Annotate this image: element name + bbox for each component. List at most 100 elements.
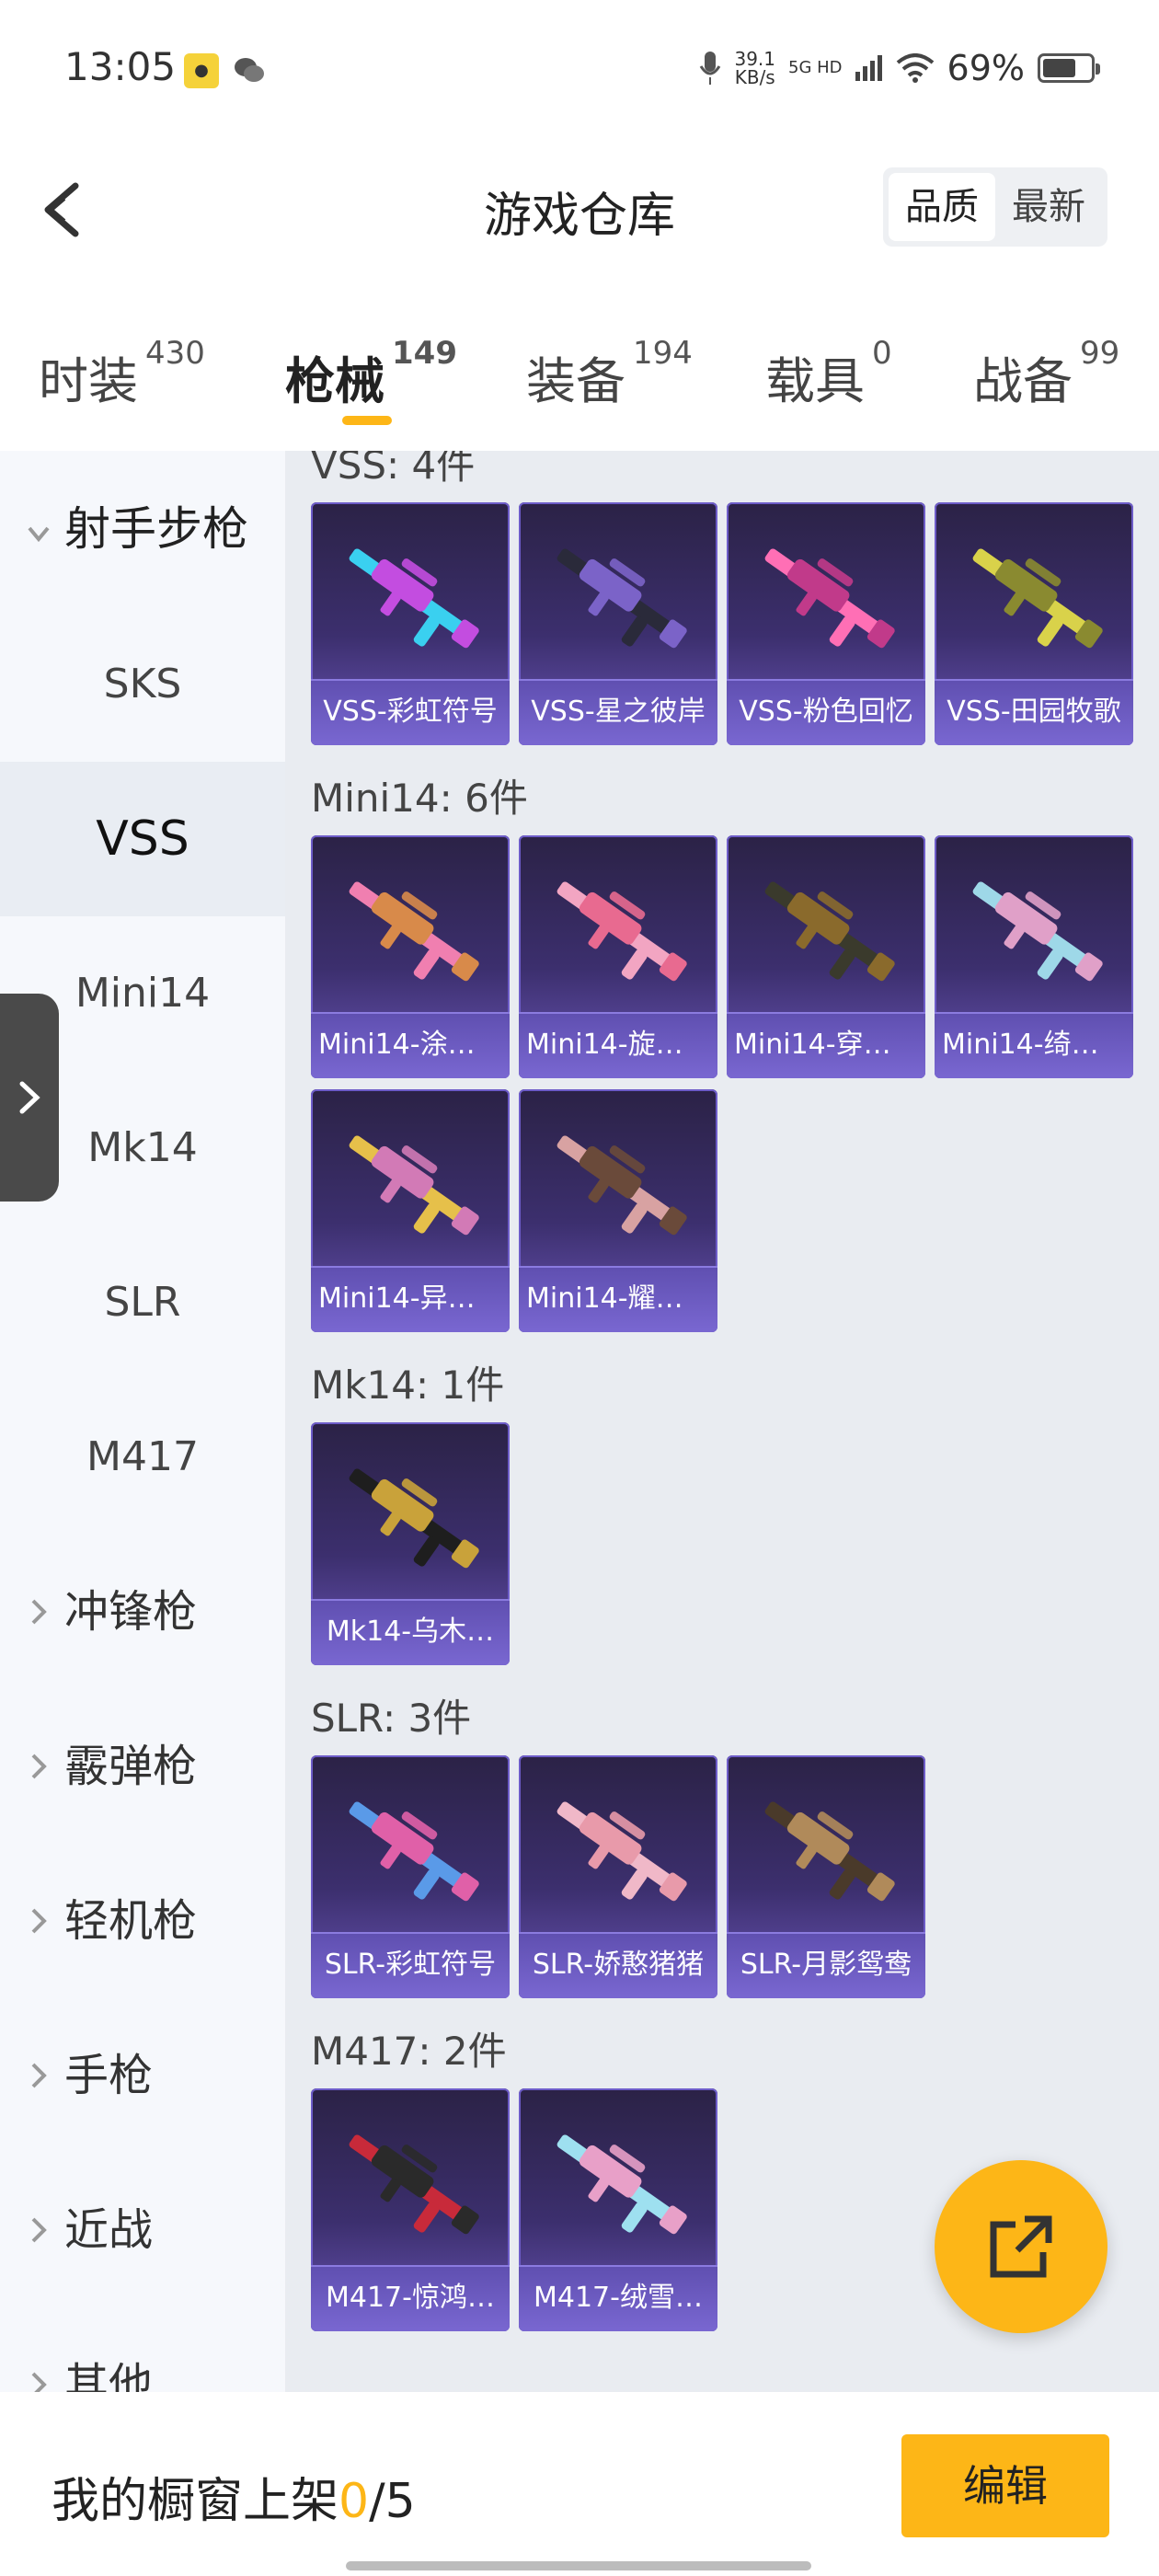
weapon-card[interactable]: VSS-星之彼岸: [519, 502, 717, 745]
weapon-name: Mini14-绮梦…: [935, 1012, 1133, 1078]
weapon-card[interactable]: SLR-月影鸳鸯: [727, 1755, 925, 1998]
chevron-right-icon: [31, 1754, 47, 1779]
weapon-skin-image: [764, 881, 895, 982]
weapon-name: Mk14-乌木…: [311, 1599, 510, 1665]
back-arrow-icon[interactable]: [28, 173, 101, 247]
weapon-card[interactable]: M417-惊鸿…: [311, 2088, 510, 2331]
sidebar-item-sks[interactable]: SKS: [0, 607, 285, 762]
section-title: Mini14: 6件: [311, 776, 528, 821]
sort-newest-option[interactable]: 最新: [995, 173, 1102, 241]
weapon-name: Mini14-涂山…: [311, 1012, 510, 1078]
sort-toggle: 品质 最新: [883, 167, 1107, 247]
weapon-name: VSS-粉色回忆: [727, 679, 925, 745]
weapon-card[interactable]: Mini14-耀粉…: [519, 1089, 717, 1332]
tab-vehicles[interactable]: 载具 0: [765, 335, 892, 413]
share-icon: [990, 2215, 1052, 2278]
tab-fashion[interactable]: 时装 430: [39, 335, 205, 413]
weapon-skin-image: [764, 1801, 895, 1902]
weapon-card[interactable]: SLR-彩虹符号: [311, 1755, 510, 1998]
wifi-icon: [896, 53, 934, 83]
weapon-name: VSS-星之彼岸: [519, 679, 717, 745]
weapon-name: Mini14-耀粉…: [519, 1266, 717, 1332]
weapon-card[interactable]: VSS-田园牧歌: [935, 502, 1133, 745]
weapon-card[interactable]: Mini14-穿刺…: [727, 835, 925, 1078]
weapon-skin-image: [349, 881, 479, 982]
weapon-name: M417-绒雪…: [519, 2265, 717, 2331]
weapon-name: SLR-彩虹符号: [311, 1932, 510, 1998]
edit-button[interactable]: 编辑: [901, 2434, 1109, 2537]
weapon-card[interactable]: M417-绒雪…: [519, 2088, 717, 2331]
battery-percent: 69%: [947, 48, 1025, 88]
weapon-card[interactable]: Mini14-绮梦…: [935, 835, 1133, 1078]
section-title: VSS: 4件: [311, 451, 476, 488]
sidebar-group-pistol[interactable]: 手枪: [0, 1998, 285, 2153]
weapon-skin-image: [349, 1801, 479, 1902]
home-indicator[interactable]: [346, 2561, 811, 2570]
chevron-down-icon: [28, 526, 50, 543]
sidebar-group-other[interactable]: 其他: [0, 2307, 285, 2392]
sidebar-item-m417[interactable]: M417: [0, 1380, 285, 1535]
tab-supplies[interactable]: 战备 99: [973, 335, 1119, 413]
weapon-skin-image: [349, 548, 479, 649]
weapon-skin-image: [349, 2134, 479, 2235]
chevron-right-icon: [31, 1908, 47, 1934]
weapon-card[interactable]: SLR-娇憨猪猪: [519, 1755, 717, 1998]
section-title: Mk14: 1件: [311, 1363, 505, 1408]
sidebar-group-melee[interactable]: 近战: [0, 2153, 285, 2307]
network-type: 5G HD: [788, 58, 843, 77]
tab-equipment[interactable]: 装备 194: [526, 335, 693, 413]
tab-guns[interactable]: 枪械 149: [285, 335, 457, 413]
wechat-icon: [235, 58, 264, 82]
category-tabs: 时装 430 枪械 149 装备 194 载具 0 战备 99: [0, 322, 1159, 451]
chevron-right-icon: [19, 1081, 40, 1114]
sidebar-group-shotgun[interactable]: 霰弹枪: [0, 1689, 285, 1844]
bottom-bar: 我的橱窗上架0/5 编辑: [0, 2392, 1159, 2576]
weapon-skin-image: [557, 1135, 687, 1236]
sidebar-group-lmg[interactable]: 轻机枪: [0, 1844, 285, 1998]
section-title: M417: 2件: [311, 2029, 507, 2074]
top-header: 游戏仓库 品质 最新: [0, 156, 1159, 258]
weapon-skin-image: [764, 548, 895, 649]
section-title: SLR: 3件: [311, 1696, 472, 1741]
weapon-card[interactable]: VSS-彩虹符号: [311, 502, 510, 745]
shelf-current-count: 0: [339, 2474, 370, 2529]
signal-icon: [855, 55, 882, 81]
mic-icon: [700, 52, 721, 85]
status-bar: 13:05 ● 39.1 KB/s 5G HD 69%: [0, 0, 1159, 138]
chevron-right-icon: [31, 2063, 47, 2088]
weapon-card[interactable]: Mini14-涂山…: [311, 835, 510, 1078]
weapon-skin-image: [972, 548, 1103, 649]
weapon-skin-image: [557, 1801, 687, 1902]
share-button[interactable]: [935, 2160, 1107, 2333]
net-speed: 39.1 KB/s: [734, 48, 775, 88]
weapon-skin-image: [972, 881, 1103, 982]
sidebar-group-smg[interactable]: 冲锋枪: [0, 1535, 285, 1689]
weapon-card[interactable]: Mini14-异彩…: [311, 1089, 510, 1332]
status-time: 13:05: [64, 44, 177, 89]
weapon-card[interactable]: VSS-粉色回忆: [727, 502, 925, 745]
shelf-status: 我的橱窗上架0/5: [52, 2474, 416, 2529]
weapon-name: SLR-娇憨猪猪: [519, 1932, 717, 1998]
weapon-skin-image: [557, 881, 687, 982]
weapon-name: M417-惊鸿…: [311, 2265, 510, 2331]
weapon-name: Mini14-旋转…: [519, 1012, 717, 1078]
active-tab-indicator: [342, 416, 392, 425]
sidebar-group-marksman[interactable]: 射手步枪: [0, 451, 285, 607]
sidebar-item-vss[interactable]: VSS: [0, 762, 285, 916]
weapon-card[interactable]: Mk14-乌木…: [311, 1422, 510, 1665]
sort-quality-option[interactable]: 品质: [889, 173, 995, 241]
weapon-name: VSS-田园牧歌: [935, 679, 1133, 745]
weapon-name: Mini14-穿刺…: [727, 1012, 925, 1078]
weapon-grid: VSS: 4件 VSS-彩虹符号 VSS-星之彼岸 VSS-粉色回忆 VSS-田园牧歌 M…: [285, 451, 1159, 2392]
battery-icon: [1038, 53, 1100, 83]
weapon-name: Mini14-异彩…: [311, 1266, 510, 1332]
sidebar-item-slr[interactable]: SLR: [0, 1225, 285, 1380]
weapon-card[interactable]: Mini14-旋转…: [519, 835, 717, 1078]
weapon-name: VSS-彩虹符号: [311, 679, 510, 745]
weapon-name: SLR-月影鸳鸯: [727, 1932, 925, 1998]
weapon-skin-image: [349, 1135, 479, 1236]
app-notification-icon: ●: [184, 53, 219, 88]
drawer-handle[interactable]: [0, 994, 59, 1202]
chevron-right-icon: [31, 2372, 47, 2392]
weapon-category-sidebar: 射手步枪 SKS VSS Mini14 Mk14 SLR M417 冲锋枪 霰弹…: [0, 451, 285, 2392]
